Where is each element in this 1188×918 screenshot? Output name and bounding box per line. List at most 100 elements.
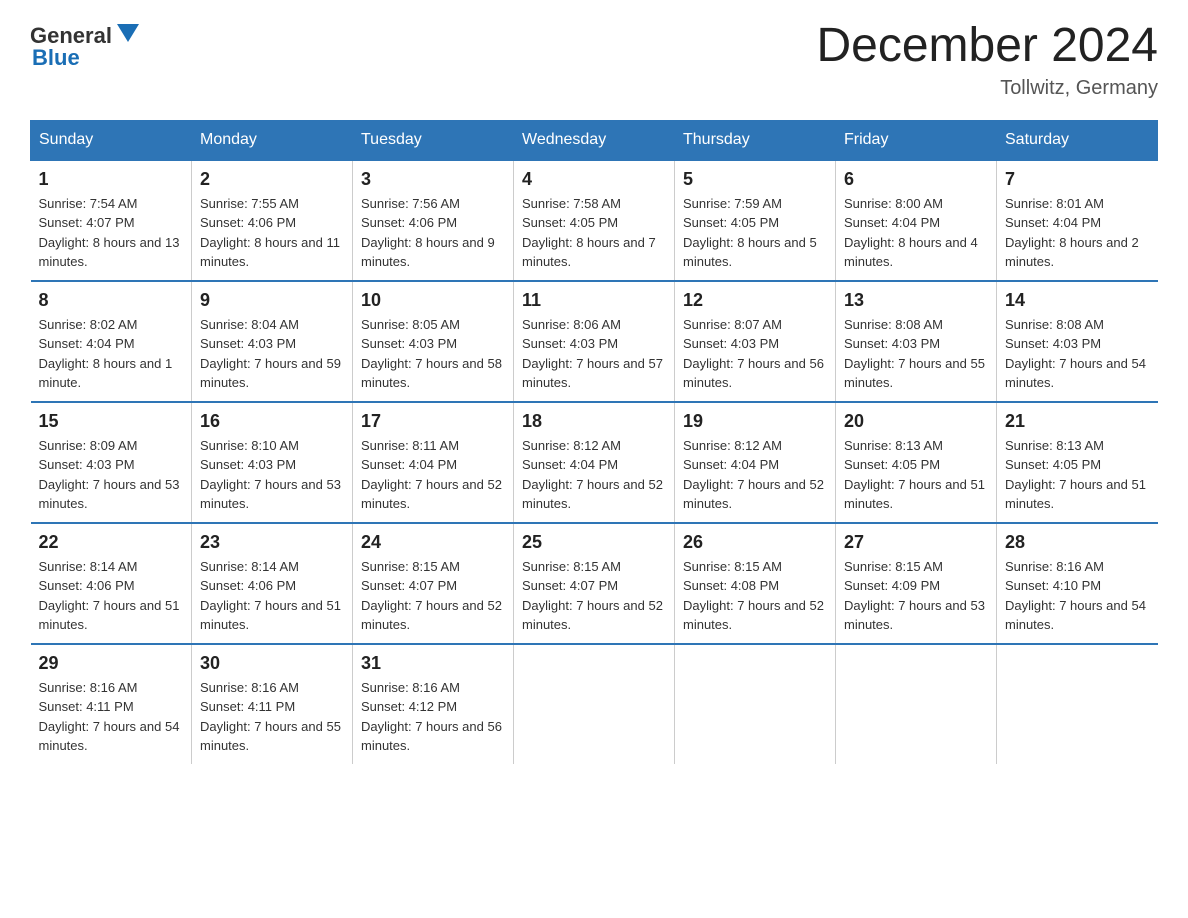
calendar-week-row: 29 Sunrise: 8:16 AM Sunset: 4:11 PM Dayl… (31, 644, 1158, 764)
calendar-cell: 31 Sunrise: 8:16 AM Sunset: 4:12 PM Dayl… (353, 644, 514, 764)
calendar-week-row: 22 Sunrise: 8:14 AM Sunset: 4:06 PM Dayl… (31, 523, 1158, 644)
calendar-cell: 5 Sunrise: 7:59 AM Sunset: 4:05 PM Dayli… (675, 160, 836, 281)
day-number: 2 (200, 169, 344, 190)
day-info: Sunrise: 8:15 AM Sunset: 4:09 PM Dayligh… (844, 557, 988, 635)
header-tuesday: Tuesday (353, 120, 514, 160)
day-number: 30 (200, 653, 344, 674)
day-number: 22 (39, 532, 184, 553)
day-info: Sunrise: 7:59 AM Sunset: 4:05 PM Dayligh… (683, 194, 827, 272)
calendar-cell: 13 Sunrise: 8:08 AM Sunset: 4:03 PM Dayl… (836, 281, 997, 402)
month-title: December 2024 (816, 20, 1158, 73)
day-info: Sunrise: 8:02 AM Sunset: 4:04 PM Dayligh… (39, 315, 184, 393)
calendar-cell: 19 Sunrise: 8:12 AM Sunset: 4:04 PM Dayl… (675, 402, 836, 523)
day-info: Sunrise: 7:54 AM Sunset: 4:07 PM Dayligh… (39, 194, 184, 272)
logo: General Blue (30, 20, 141, 71)
day-info: Sunrise: 8:00 AM Sunset: 4:04 PM Dayligh… (844, 194, 988, 272)
day-info: Sunrise: 8:01 AM Sunset: 4:04 PM Dayligh… (1005, 194, 1150, 272)
day-info: Sunrise: 7:55 AM Sunset: 4:06 PM Dayligh… (200, 194, 344, 272)
day-number: 21 (1005, 411, 1150, 432)
calendar-cell: 28 Sunrise: 8:16 AM Sunset: 4:10 PM Dayl… (997, 523, 1158, 644)
day-info: Sunrise: 8:13 AM Sunset: 4:05 PM Dayligh… (844, 436, 988, 514)
calendar-cell: 16 Sunrise: 8:10 AM Sunset: 4:03 PM Dayl… (192, 402, 353, 523)
day-info: Sunrise: 8:16 AM Sunset: 4:11 PM Dayligh… (200, 678, 344, 756)
day-number: 5 (683, 169, 827, 190)
day-number: 28 (1005, 532, 1150, 553)
day-info: Sunrise: 8:12 AM Sunset: 4:04 PM Dayligh… (683, 436, 827, 514)
day-info: Sunrise: 8:04 AM Sunset: 4:03 PM Dayligh… (200, 315, 344, 393)
day-info: Sunrise: 8:14 AM Sunset: 4:06 PM Dayligh… (200, 557, 344, 635)
day-number: 6 (844, 169, 988, 190)
calendar-cell: 22 Sunrise: 8:14 AM Sunset: 4:06 PM Dayl… (31, 523, 192, 644)
calendar-cell (675, 644, 836, 764)
day-number: 23 (200, 532, 344, 553)
day-number: 15 (39, 411, 184, 432)
day-info: Sunrise: 8:09 AM Sunset: 4:03 PM Dayligh… (39, 436, 184, 514)
calendar-cell: 25 Sunrise: 8:15 AM Sunset: 4:07 PM Dayl… (514, 523, 675, 644)
day-number: 12 (683, 290, 827, 311)
calendar-week-row: 15 Sunrise: 8:09 AM Sunset: 4:03 PM Dayl… (31, 402, 1158, 523)
calendar-cell: 26 Sunrise: 8:15 AM Sunset: 4:08 PM Dayl… (675, 523, 836, 644)
logo-arrow-icon (115, 20, 141, 51)
calendar-cell (836, 644, 997, 764)
calendar-cell (514, 644, 675, 764)
day-number: 9 (200, 290, 344, 311)
day-number: 14 (1005, 290, 1150, 311)
calendar-cell: 3 Sunrise: 7:56 AM Sunset: 4:06 PM Dayli… (353, 160, 514, 281)
calendar-cell: 7 Sunrise: 8:01 AM Sunset: 4:04 PM Dayli… (997, 160, 1158, 281)
day-info: Sunrise: 8:15 AM Sunset: 4:08 PM Dayligh… (683, 557, 827, 635)
day-number: 27 (844, 532, 988, 553)
calendar-week-row: 1 Sunrise: 7:54 AM Sunset: 4:07 PM Dayli… (31, 160, 1158, 281)
header-monday: Monday (192, 120, 353, 160)
day-number: 26 (683, 532, 827, 553)
day-number: 8 (39, 290, 184, 311)
day-number: 18 (522, 411, 666, 432)
day-number: 4 (522, 169, 666, 190)
calendar-cell: 10 Sunrise: 8:05 AM Sunset: 4:03 PM Dayl… (353, 281, 514, 402)
calendar-cell: 18 Sunrise: 8:12 AM Sunset: 4:04 PM Dayl… (514, 402, 675, 523)
calendar-cell: 20 Sunrise: 8:13 AM Sunset: 4:05 PM Dayl… (836, 402, 997, 523)
calendar-cell: 23 Sunrise: 8:14 AM Sunset: 4:06 PM Dayl… (192, 523, 353, 644)
day-number: 20 (844, 411, 988, 432)
day-number: 19 (683, 411, 827, 432)
calendar-cell: 29 Sunrise: 8:16 AM Sunset: 4:11 PM Dayl… (31, 644, 192, 764)
day-number: 24 (361, 532, 505, 553)
day-number: 17 (361, 411, 505, 432)
calendar-cell: 9 Sunrise: 8:04 AM Sunset: 4:03 PM Dayli… (192, 281, 353, 402)
day-info: Sunrise: 8:15 AM Sunset: 4:07 PM Dayligh… (522, 557, 666, 635)
day-info: Sunrise: 8:11 AM Sunset: 4:04 PM Dayligh… (361, 436, 505, 514)
day-info: Sunrise: 8:14 AM Sunset: 4:06 PM Dayligh… (39, 557, 184, 635)
day-info: Sunrise: 8:16 AM Sunset: 4:10 PM Dayligh… (1005, 557, 1150, 635)
day-info: Sunrise: 8:13 AM Sunset: 4:05 PM Dayligh… (1005, 436, 1150, 514)
day-number: 7 (1005, 169, 1150, 190)
title-section: December 2024 Tollwitz, Germany (816, 20, 1158, 100)
day-info: Sunrise: 8:05 AM Sunset: 4:03 PM Dayligh… (361, 315, 505, 393)
day-number: 1 (39, 169, 184, 190)
day-info: Sunrise: 8:08 AM Sunset: 4:03 PM Dayligh… (844, 315, 988, 393)
day-number: 11 (522, 290, 666, 311)
day-number: 3 (361, 169, 505, 190)
day-info: Sunrise: 8:12 AM Sunset: 4:04 PM Dayligh… (522, 436, 666, 514)
header-wednesday: Wednesday (514, 120, 675, 160)
day-info: Sunrise: 8:16 AM Sunset: 4:12 PM Dayligh… (361, 678, 505, 756)
header-saturday: Saturday (997, 120, 1158, 160)
calendar-cell: 30 Sunrise: 8:16 AM Sunset: 4:11 PM Dayl… (192, 644, 353, 764)
logo-blue-text: Blue (32, 45, 80, 71)
calendar-cell: 21 Sunrise: 8:13 AM Sunset: 4:05 PM Dayl… (997, 402, 1158, 523)
calendar-cell (997, 644, 1158, 764)
calendar-cell: 1 Sunrise: 7:54 AM Sunset: 4:07 PM Dayli… (31, 160, 192, 281)
calendar-cell: 6 Sunrise: 8:00 AM Sunset: 4:04 PM Dayli… (836, 160, 997, 281)
calendar-cell: 27 Sunrise: 8:15 AM Sunset: 4:09 PM Dayl… (836, 523, 997, 644)
calendar-cell: 8 Sunrise: 8:02 AM Sunset: 4:04 PM Dayli… (31, 281, 192, 402)
calendar-cell: 24 Sunrise: 8:15 AM Sunset: 4:07 PM Dayl… (353, 523, 514, 644)
day-info: Sunrise: 8:15 AM Sunset: 4:07 PM Dayligh… (361, 557, 505, 635)
location-label: Tollwitz, Germany (816, 77, 1158, 100)
day-info: Sunrise: 7:58 AM Sunset: 4:05 PM Dayligh… (522, 194, 666, 272)
header-sunday: Sunday (31, 120, 192, 160)
calendar-cell: 17 Sunrise: 8:11 AM Sunset: 4:04 PM Dayl… (353, 402, 514, 523)
calendar-cell: 12 Sunrise: 8:07 AM Sunset: 4:03 PM Dayl… (675, 281, 836, 402)
day-number: 10 (361, 290, 505, 311)
header-thursday: Thursday (675, 120, 836, 160)
calendar-cell: 4 Sunrise: 7:58 AM Sunset: 4:05 PM Dayli… (514, 160, 675, 281)
day-info: Sunrise: 8:07 AM Sunset: 4:03 PM Dayligh… (683, 315, 827, 393)
day-info: Sunrise: 7:56 AM Sunset: 4:06 PM Dayligh… (361, 194, 505, 272)
